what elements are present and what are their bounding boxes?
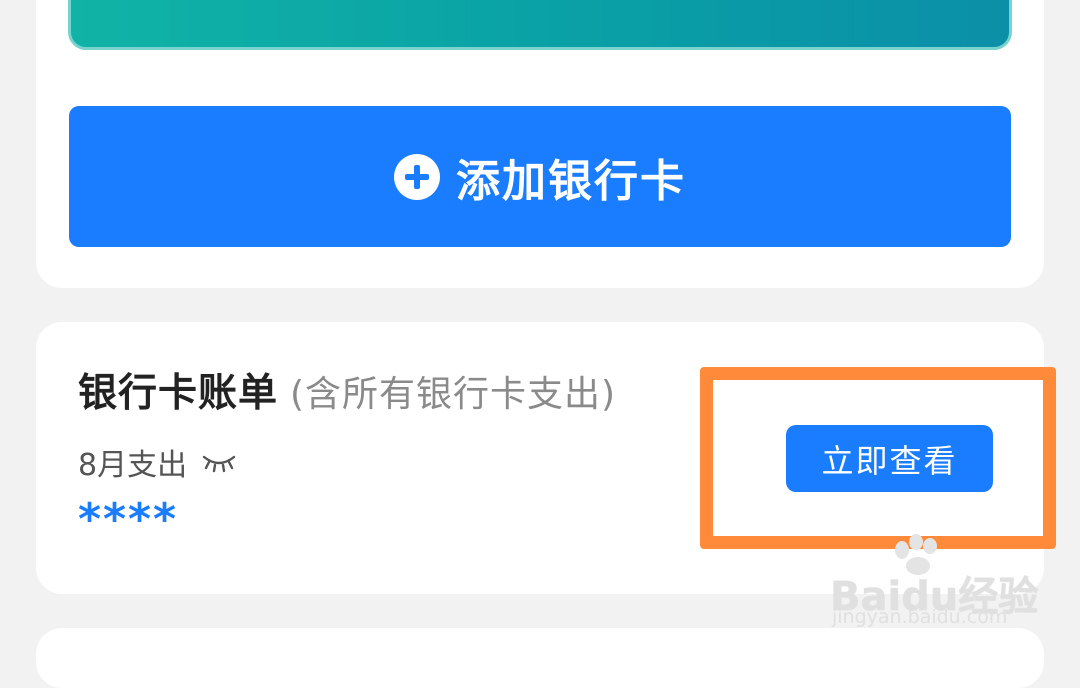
add-bank-card-button[interactable]: 添加银行卡 xyxy=(69,106,1011,247)
monthly-expense-label: 8月支出 xyxy=(78,448,188,483)
next-panel xyxy=(36,628,1044,688)
highlight-annotation-box xyxy=(700,367,1056,549)
bill-title: 银行卡账单 xyxy=(78,371,279,416)
bill-title-row: 银行卡账单 (含所有银行卡支出) xyxy=(78,362,616,418)
plus-circle-icon xyxy=(394,153,440,200)
monthly-expense-row: 8月支出 xyxy=(78,440,237,484)
baidu-jingyan-watermark: Baidu经验 jingyan.baidu.com xyxy=(830,534,1038,634)
eye-closed-icon[interactable] xyxy=(201,451,237,473)
bill-subtitle: (含所有银行卡支出) xyxy=(290,374,617,415)
watermark-url: jingyan.baidu.com xyxy=(832,606,1008,628)
bank-card-preview[interactable] xyxy=(68,0,1012,50)
add-bank-card-label: 添加银行卡 xyxy=(456,155,686,207)
masked-expense-amount: **** xyxy=(78,494,179,545)
